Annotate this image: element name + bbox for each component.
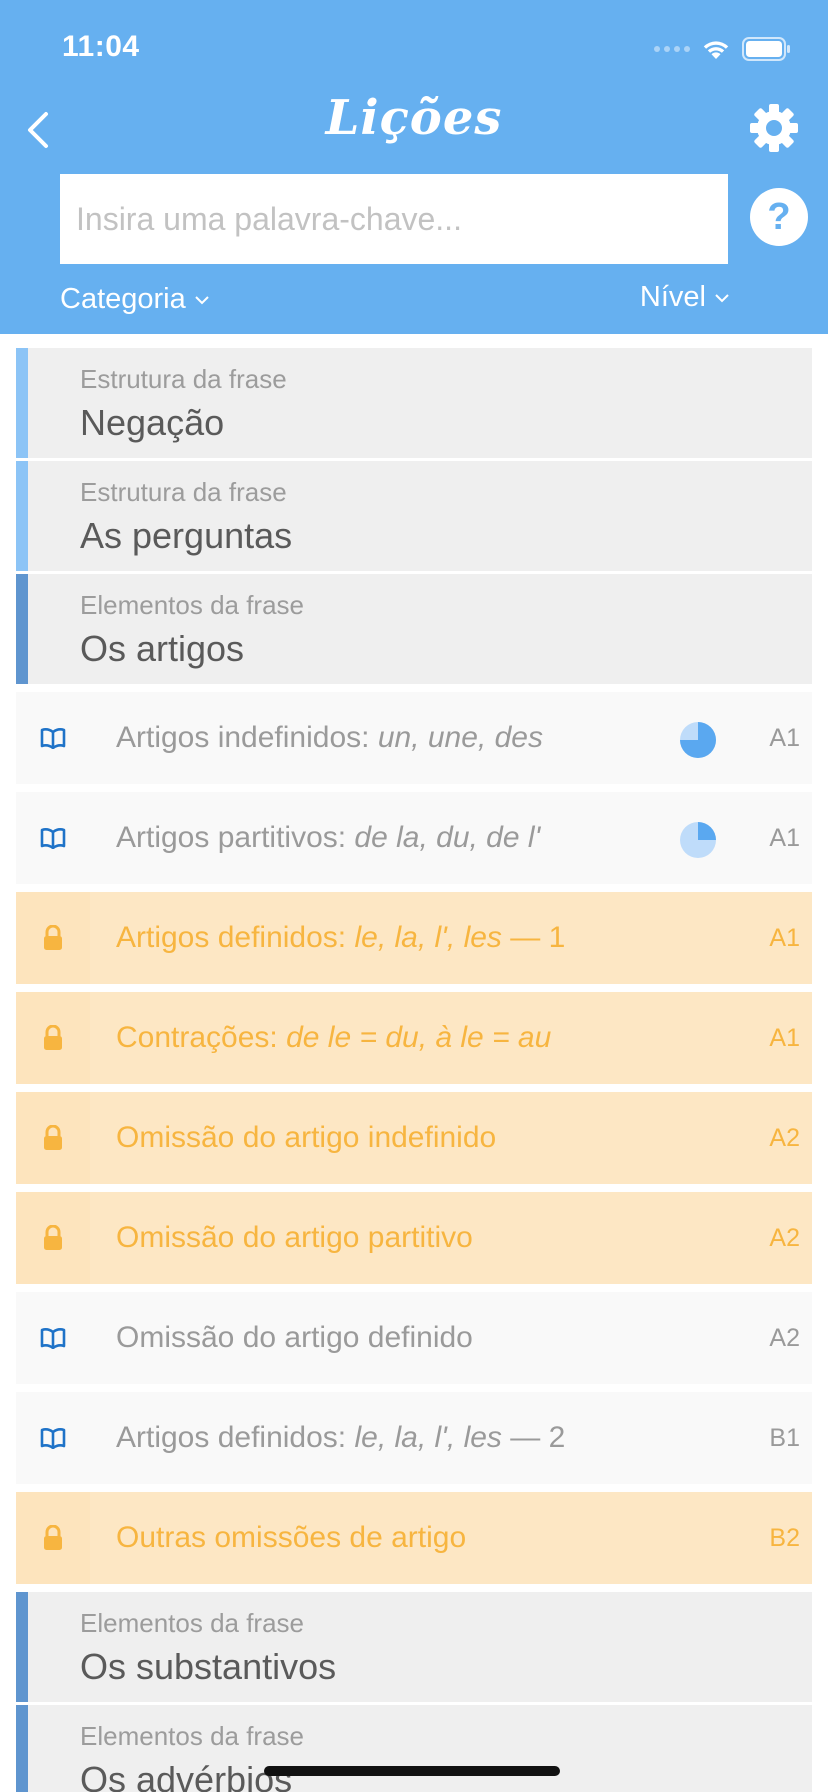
level-badge: B2 — [769, 1524, 800, 1552]
progress-pie-icon — [680, 822, 716, 858]
chevron-down-icon — [195, 295, 209, 304]
book-icon — [16, 1292, 90, 1384]
book-icon — [16, 792, 90, 884]
category-subtitle: Estrutura da frase — [80, 364, 287, 394]
lesson-part-number: — 2 — [501, 1421, 566, 1454]
category-color-bar — [16, 1592, 28, 1702]
status-icons — [654, 34, 792, 64]
category-subtitle: Elementos da frase — [80, 1721, 305, 1751]
lesson-examples: de le = du, à le = au — [286, 1021, 552, 1054]
category-title: Os advérbios — [80, 1759, 293, 1792]
search-field[interactable] — [60, 174, 728, 264]
settings-button[interactable] — [748, 102, 800, 154]
category-color-bar — [16, 348, 28, 458]
book-icon — [16, 692, 90, 784]
category-title: Negação — [80, 402, 225, 443]
lessons-container: Artigos indefinidos: un, une, des A1 Artig… — [16, 692, 812, 1584]
category-subtitle: Estrutura da frase — [80, 477, 287, 507]
level-badge: A2 — [769, 1324, 800, 1352]
category-subtitle: Elementos da frase — [80, 590, 305, 620]
category-row-artigos[interactable]: Elementos da frase Os artigos — [16, 574, 812, 684]
lesson-title-text: Omissão do artigo partitivo — [116, 1221, 473, 1254]
lesson-row[interactable]: Omissão do artigo indefinido A2 — [16, 1092, 812, 1184]
level-badge: A2 — [769, 1224, 800, 1252]
lesson-title-text: Artigos partitivos: — [116, 821, 355, 854]
category-color-bar — [16, 1705, 28, 1792]
chevron-down-icon — [715, 293, 729, 302]
lesson-title-text: Omissão do artigo definido — [116, 1321, 473, 1354]
category-row-perguntas[interactable]: Estrutura da frase As perguntas — [16, 461, 812, 571]
lesson-title: Omissão do artigo partitivo — [116, 1192, 473, 1284]
lock-icon — [16, 892, 90, 984]
category-filter[interactable]: Categoria — [60, 283, 210, 316]
lesson-examples: de la, du, de l' — [354, 821, 541, 854]
lesson-title-text: Artigos indefinidos: — [116, 721, 378, 754]
category-row-negacao[interactable]: Estrutura da frase Negação — [16, 348, 812, 458]
lesson-title-text: Omissão do artigo indefinido — [116, 1121, 497, 1154]
level-badge: B1 — [769, 1424, 800, 1452]
category-filter-label: Categoria — [60, 283, 186, 315]
lock-icon — [16, 1492, 90, 1584]
gear-icon — [750, 104, 798, 152]
lesson-title: Artigos definidos: le, la, l', les — 2 — [116, 1392, 565, 1484]
category-subtitle: Elementos da frase — [80, 1608, 305, 1638]
lock-icon — [16, 1192, 90, 1284]
lesson-title: Omissão do artigo definido — [116, 1292, 473, 1384]
lesson-list[interactable]: Estrutura da frase Negação Estrutura da … — [16, 348, 812, 1792]
lesson-row[interactable]: Artigos definidos: le, la, l', les — 1 A1 — [16, 892, 812, 984]
level-badge: A1 — [769, 1024, 800, 1052]
level-filter[interactable]: Nível — [640, 281, 730, 314]
lesson-title: Artigos partitivos: de la, du, de l' — [116, 792, 540, 884]
lesson-title-text: Artigos definidos: — [116, 1421, 355, 1454]
level-badge: A1 — [769, 824, 800, 852]
category-color-bar — [16, 574, 28, 684]
status-time: 11:04 — [62, 30, 140, 63]
progress-pie-icon — [680, 722, 716, 758]
lock-icon — [16, 1092, 90, 1184]
book-icon — [16, 1392, 90, 1484]
category-title: As perguntas — [80, 515, 293, 556]
lesson-examples: le, la, l', les — [354, 1421, 502, 1454]
lesson-row[interactable]: Artigos indefinidos: un, une, des A1 — [16, 692, 812, 784]
category-color-bar — [16, 461, 28, 571]
search-input[interactable] — [76, 200, 728, 238]
lesson-row[interactable]: Contrações: de le = du, à le = au A1 — [16, 992, 812, 1084]
page-title: Lições — [325, 90, 503, 146]
lesson-title: Outras omissões de artigo — [116, 1492, 466, 1584]
lesson-row[interactable]: Artigos partitivos: de la, du, de l' A1 — [16, 792, 812, 884]
lesson-examples: un, une, des — [377, 721, 543, 754]
category-row-adverbios[interactable]: Elementos da frase Os advérbios — [16, 1705, 812, 1792]
lesson-title-text: Artigos definidos: — [116, 921, 355, 954]
header: 11:04 Lições Insira uma palavra-chave...… — [0, 0, 828, 334]
wifi-icon — [703, 41, 729, 59]
lesson-title-text: Outras omissões de artigo — [116, 1521, 467, 1554]
category-title: Os substantivos — [80, 1646, 337, 1687]
lesson-title: Omissão do artigo indefinido — [116, 1092, 496, 1184]
lesson-part-number: — 1 — [501, 921, 566, 954]
lesson-examples: le, la, l', les — [354, 921, 502, 954]
level-filter-label: Nível — [639, 281, 706, 313]
lesson-title: Artigos definidos: le, la, l', les — 1 — [116, 892, 565, 984]
lock-icon — [16, 992, 90, 1084]
lesson-title-text: Contrações: — [116, 1021, 287, 1054]
cellular-signal-icon — [654, 46, 690, 52]
home-indicator — [264, 1766, 560, 1776]
lesson-title: Artigos indefinidos: un, une, des — [116, 692, 543, 784]
level-badge: A1 — [769, 924, 800, 952]
lesson-row[interactable]: Omissão do artigo partitivo A2 — [16, 1192, 812, 1284]
level-badge: A1 — [769, 724, 800, 752]
level-badge: A2 — [769, 1124, 800, 1152]
lesson-row[interactable]: Artigos definidos: le, la, l', les — 2 B1 — [16, 1392, 812, 1484]
category-row-substantivos[interactable]: Elementos da frase Os substantivos — [16, 1592, 812, 1702]
lesson-row[interactable]: Omissão do artigo definido A2 — [16, 1292, 812, 1384]
help-button[interactable]: ? — [750, 188, 808, 246]
battery-icon — [742, 37, 790, 61]
category-title: Os artigos — [80, 628, 245, 669]
lesson-title: Contrações: de le = du, à le = au — [116, 992, 551, 1084]
lesson-row[interactable]: Outras omissões de artigo B2 — [16, 1492, 812, 1584]
